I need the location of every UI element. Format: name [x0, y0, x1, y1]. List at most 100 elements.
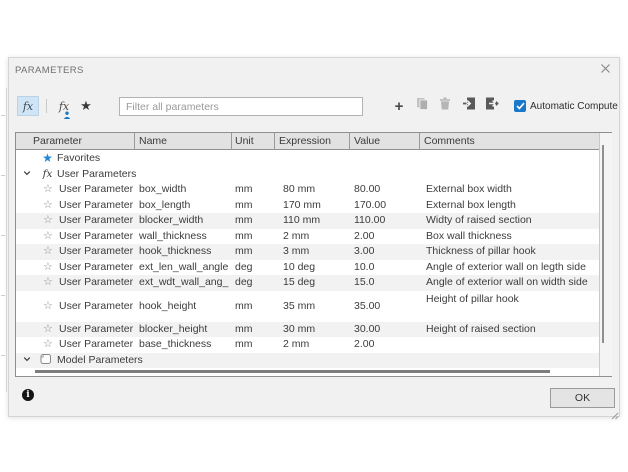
parameter-type-label: User Parameter	[59, 229, 133, 245]
favorite-star-icon[interactable]: ☆	[43, 291, 53, 322]
favorite-star-icon[interactable]: ☆	[43, 182, 53, 198]
comment-cell[interactable]: Box wall thickness	[426, 229, 598, 245]
import-parameters-button[interactable]	[460, 96, 478, 116]
expression-cell[interactable]: 3 mm	[283, 244, 309, 260]
name-cell[interactable]: blocker_height	[139, 322, 229, 338]
expression-cell[interactable]: 110 mm	[283, 213, 320, 229]
ruler-tick	[1, 355, 5, 356]
parameter-row[interactable]: ☆User Parameterblocker_widthmm110 mm110.…	[16, 213, 599, 229]
column-header-comments[interactable]: Comments	[424, 135, 475, 147]
parameter-row[interactable]: ☆User Parameterhook_thicknessmm3 mm3.00T…	[16, 244, 599, 260]
favorite-star-icon[interactable]: ☆	[43, 275, 53, 291]
parameter-row[interactable]: ☆User Parameterext_wdt_wall_ang_deg15 de…	[16, 275, 599, 291]
name-cell[interactable]: ext_wdt_wall_ang_	[139, 275, 229, 291]
favorite-star-icon[interactable]: ☆	[43, 322, 53, 338]
value-cell[interactable]: 30.00	[354, 322, 380, 338]
name-cell[interactable]: box_length	[139, 198, 229, 214]
column-divider[interactable]	[419, 133, 420, 150]
expression-cell[interactable]: 35 mm	[283, 291, 315, 322]
column-header-expression[interactable]: Expression	[279, 135, 331, 147]
name-cell[interactable]: ext_len_wall_angle	[139, 260, 229, 276]
parameter-row[interactable]: ☆User Parameterext_len_wall_angledeg10 d…	[16, 260, 599, 276]
horizontal-scrollbar-thumb[interactable]	[35, 370, 550, 373]
comment-cell[interactable]: Thickness of pillar hook	[426, 244, 598, 260]
parameter-row[interactable]: ☆User Parameterwall_thicknessmm2 mm2.00B…	[16, 229, 599, 245]
expression-cell[interactable]: 170 mm	[283, 198, 321, 214]
value-cell[interactable]: 110.00	[354, 213, 385, 229]
favorite-star-icon[interactable]: ☆	[43, 198, 53, 214]
column-divider[interactable]	[134, 133, 135, 150]
user-parameters-filter-button[interactable]: fx	[54, 96, 74, 116]
comment-cell[interactable]: Angle of exterior wall on legth side	[426, 260, 598, 276]
expression-cell[interactable]: 15 deg	[283, 275, 315, 291]
chevron-down-icon[interactable]	[23, 167, 31, 183]
info-button[interactable]: i	[22, 389, 34, 401]
vertical-scrollbar-thumb[interactable]	[602, 145, 604, 343]
comment-cell[interactable]: Widty of raised section	[426, 213, 598, 229]
vertical-scrollbar[interactable]	[599, 133, 612, 376]
favorite-star-icon[interactable]: ☆	[43, 337, 53, 353]
name-cell[interactable]: base_thickness	[139, 337, 229, 353]
add-parameter-button[interactable]: +	[390, 96, 408, 116]
name-cell[interactable]: hook_thickness	[139, 244, 229, 260]
value-cell[interactable]: 2.00	[354, 229, 374, 245]
resize-grip[interactable]	[611, 407, 619, 425]
favorite-star-icon[interactable]: ☆	[43, 260, 53, 276]
parameter-row[interactable]: ☆User Parameterhook_heightmm35 mm35.00He…	[16, 291, 599, 322]
value-cell[interactable]: 15.0	[354, 275, 374, 291]
comment-cell[interactable]: Height of pillar hook	[426, 292, 598, 308]
automatic-compute-label[interactable]: Automatic Compute	[530, 101, 618, 112]
group-row[interactable]: fxUser Parameters	[16, 167, 599, 183]
copy-parameter-button[interactable]	[413, 96, 431, 116]
fx-icon: fx	[40, 167, 55, 183]
column-header-parameter[interactable]: Parameter	[33, 135, 82, 147]
group-row[interactable]: ★Favorites	[16, 151, 599, 167]
expression-cell[interactable]: 30 mm	[283, 322, 315, 338]
favorites-filter-button[interactable]: ★	[77, 96, 95, 116]
column-divider[interactable]	[274, 133, 275, 150]
column-header-unit[interactable]: Unit	[235, 135, 254, 147]
value-cell[interactable]: 35.00	[354, 291, 380, 322]
expression-cell[interactable]: 2 mm	[283, 337, 309, 353]
delete-parameter-button[interactable]	[436, 96, 454, 116]
filter-input[interactable]	[119, 97, 363, 116]
column-header-name[interactable]: Name	[139, 135, 167, 147]
comment-cell[interactable]: Angle of exterior wall on width side	[426, 275, 598, 291]
ok-button[interactable]: OK	[550, 388, 615, 408]
value-cell[interactable]: 80.00	[354, 182, 380, 198]
value-cell[interactable]: 10.0	[354, 260, 374, 276]
column-divider[interactable]	[349, 133, 350, 150]
name-cell[interactable]: hook_height	[139, 291, 229, 322]
group-row[interactable]: Model Parameters	[16, 353, 599, 369]
column-header-value[interactable]: Value	[354, 135, 380, 147]
favorite-star-icon[interactable]: ☆	[43, 244, 53, 260]
group-label: Favorites	[57, 151, 100, 167]
column-divider[interactable]	[231, 133, 232, 150]
parameter-row[interactable]: ☆User Parameterbox_widthmm80 mm80.00Exte…	[16, 182, 599, 198]
favorite-star-icon[interactable]: ☆	[43, 213, 53, 229]
parameters-dialog: PARAMETERS fx fx ★ +	[8, 57, 620, 417]
close-button[interactable]	[597, 62, 613, 78]
parameter-row[interactable]: ☆User Parameterblocker_heightmm30 mm30.0…	[16, 322, 599, 338]
all-parameters-filter-button[interactable]: fx	[17, 96, 39, 116]
automatic-compute-checkbox[interactable]	[514, 100, 526, 112]
comment-cell[interactable]: External box width	[426, 182, 598, 198]
name-cell[interactable]: wall_thickness	[139, 229, 229, 245]
unit-cell: deg	[235, 260, 253, 276]
comment-cell[interactable]: Height of raised section	[426, 322, 598, 338]
name-cell[interactable]: blocker_width	[139, 213, 229, 229]
expression-cell[interactable]: 2 mm	[283, 229, 309, 245]
unit-cell: mm	[235, 291, 253, 322]
favorite-star-icon[interactable]: ☆	[43, 229, 53, 245]
value-cell[interactable]: 2.00	[354, 337, 374, 353]
name-cell[interactable]: box_width	[139, 182, 229, 198]
parameter-row[interactable]: ☆User Parameterbase_thicknessmm2 mm2.00	[16, 337, 599, 353]
chevron-down-icon[interactable]	[23, 353, 31, 369]
value-cell[interactable]: 3.00	[354, 244, 374, 260]
comment-cell[interactable]: External box length	[426, 198, 598, 214]
expression-cell[interactable]: 80 mm	[283, 182, 315, 198]
parameter-row[interactable]: ☆User Parameterbox_lengthmm170 mm170.00E…	[16, 198, 599, 214]
expression-cell[interactable]: 10 deg	[283, 260, 315, 276]
value-cell[interactable]: 170.00	[354, 198, 386, 214]
export-parameters-button[interactable]	[483, 96, 501, 116]
